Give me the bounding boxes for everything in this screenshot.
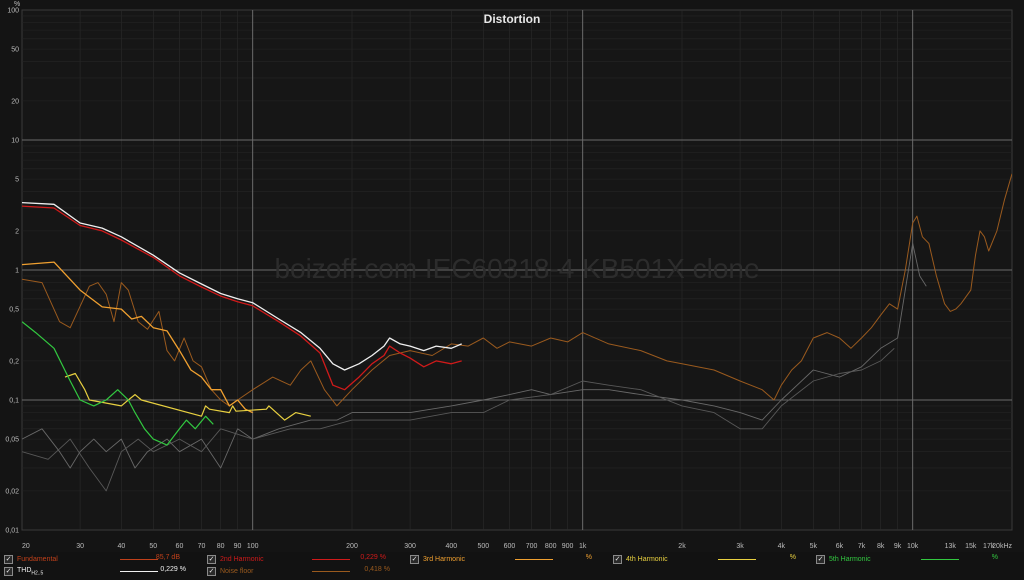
x-tick-label: 40 [117, 543, 125, 550]
x-tick-label: 100 [247, 543, 259, 550]
legend-label-4th-harmonic: 4th Harmonic [626, 556, 668, 563]
legend-label-thd: THDH2..5 [17, 567, 43, 576]
x-tick-label: 9k [894, 543, 902, 550]
y-tick-label: 5 [15, 177, 19, 184]
y-tick-label: 0,2 [9, 358, 19, 365]
y-tick-label: 1 [15, 268, 19, 275]
x-tick-label: 8k [877, 543, 885, 550]
x-tick-label: 20kHz [992, 543, 1012, 550]
legend-item-thd[interactable]: ✓ THDH2..5 [4, 566, 43, 577]
legend-item-4th-harmonic[interactable]: ✓ 4th Harmonic [613, 554, 668, 565]
legend-item-noise-floor[interactable]: ✓ Noise floor [207, 566, 253, 577]
checkbox-5th-harmonic[interactable]: ✓ [816, 555, 825, 564]
legend-value-3rd-harmonic: % [585, 554, 592, 561]
y-tick-label: 0,5 [9, 307, 19, 314]
legend-label-3rd-harmonic: 3rd Harmonic [423, 556, 466, 563]
legend-label-2nd-harmonic: 2nd Harmonic [220, 556, 264, 563]
legend-item-2nd-harmonic[interactable]: ✓ 2nd Harmonic [207, 554, 264, 565]
legend-item-fundamental[interactable]: ✓ Fundamental [4, 554, 58, 565]
x-tick-label: 600 [504, 543, 516, 550]
checkbox-noise-floor[interactable]: ✓ [207, 567, 216, 576]
y-tick-label: 0,05 [5, 437, 19, 444]
x-tick-label: 400 [445, 543, 457, 550]
y-tick-label: 10 [11, 138, 19, 145]
legend-swatch-5th-harmonic [921, 559, 959, 560]
y-axis-unit: % [14, 1, 21, 8]
checkbox-2nd-harmonic[interactable]: ✓ [207, 555, 216, 564]
legend-label-fundamental: Fundamental [17, 556, 58, 563]
x-tick-label: 20 [22, 543, 30, 550]
x-tick-label: 3k [736, 543, 744, 550]
legend: ✓ Fundamental 85,7 dB ✓ 2nd Harmonic 0,2… [0, 552, 1024, 580]
legend-value-4th-harmonic: % [789, 554, 796, 561]
x-tick-label: 200 [346, 543, 358, 550]
chart-title: Distortion [483, 12, 541, 26]
legend-swatch-4th-harmonic [718, 559, 756, 560]
x-tick-label: 15k [965, 543, 977, 550]
x-tick-label: 70 [198, 543, 206, 550]
x-tick-label: 60 [176, 543, 184, 550]
legend-value-5th-harmonic: % [991, 554, 998, 561]
x-tick-label: 900 [562, 543, 574, 550]
y-tick-label: 20 [11, 98, 19, 105]
x-tick-label: 300 [404, 543, 416, 550]
legend-swatch-noise-floor [312, 571, 350, 572]
x-tick-label: 1k [579, 543, 587, 550]
x-tick-label: 10k [907, 543, 919, 550]
legend-label-noise-floor: Noise floor [220, 568, 254, 575]
x-tick-label: 6k [836, 543, 844, 550]
legend-value-fundamental: 85,7 dB [155, 554, 180, 561]
legend-label-thd-text: THD [17, 566, 32, 574]
legend-swatch-2nd-harmonic [312, 559, 350, 560]
checkbox-thd[interactable]: ✓ [4, 567, 13, 576]
y-tick-label: 2 [15, 228, 19, 235]
legend-label-thd-sub: H2..5 [31, 570, 44, 577]
x-tick-label: 2k [678, 543, 686, 550]
checkbox-fundamental[interactable]: ✓ [4, 555, 13, 564]
x-tick-label: 7k [858, 543, 866, 550]
legend-value-noise-floor: 0,418 % [364, 566, 390, 573]
x-tick-label: 50 [149, 543, 157, 550]
x-tick-label: 5k [810, 543, 818, 550]
x-tick-label: 13k [945, 543, 957, 550]
checkbox-4th-harmonic[interactable]: ✓ [613, 555, 622, 564]
y-tick-label: 50 [11, 47, 19, 54]
legend-item-5th-harmonic[interactable]: ✓ 5th Harmonic [816, 554, 871, 565]
x-tick-label: 800 [545, 543, 557, 550]
checkbox-3rd-harmonic[interactable]: ✓ [410, 555, 419, 564]
x-tick-label: 700 [526, 543, 538, 550]
y-tick-label: 0,1 [9, 398, 19, 405]
legend-value-thd: 0,229 % [160, 566, 186, 573]
x-tick-label: 80 [217, 543, 225, 550]
x-tick-label: 30 [76, 543, 84, 550]
legend-swatch-3rd-harmonic [515, 559, 553, 560]
y-tick-label: 0,02 [5, 488, 19, 495]
legend-item-3rd-harmonic[interactable]: ✓ 3rd Harmonic [410, 554, 465, 565]
legend-label-5th-harmonic: 5th Harmonic [829, 556, 871, 563]
x-tick-label: 90 [234, 543, 242, 550]
watermark: boizoff.com IEC60318-4 KB501X clone [274, 253, 759, 284]
x-tick-label: 500 [477, 543, 489, 550]
legend-value-2nd-harmonic: 0,229 % [360, 554, 386, 561]
distortion-chart: boizoff.com IEC60318-4 KB501X clone 20 30 4… [5, 8, 1013, 550]
y-tick-label: 0,01 [5, 528, 19, 535]
x-tick-label: 4k [778, 543, 786, 550]
